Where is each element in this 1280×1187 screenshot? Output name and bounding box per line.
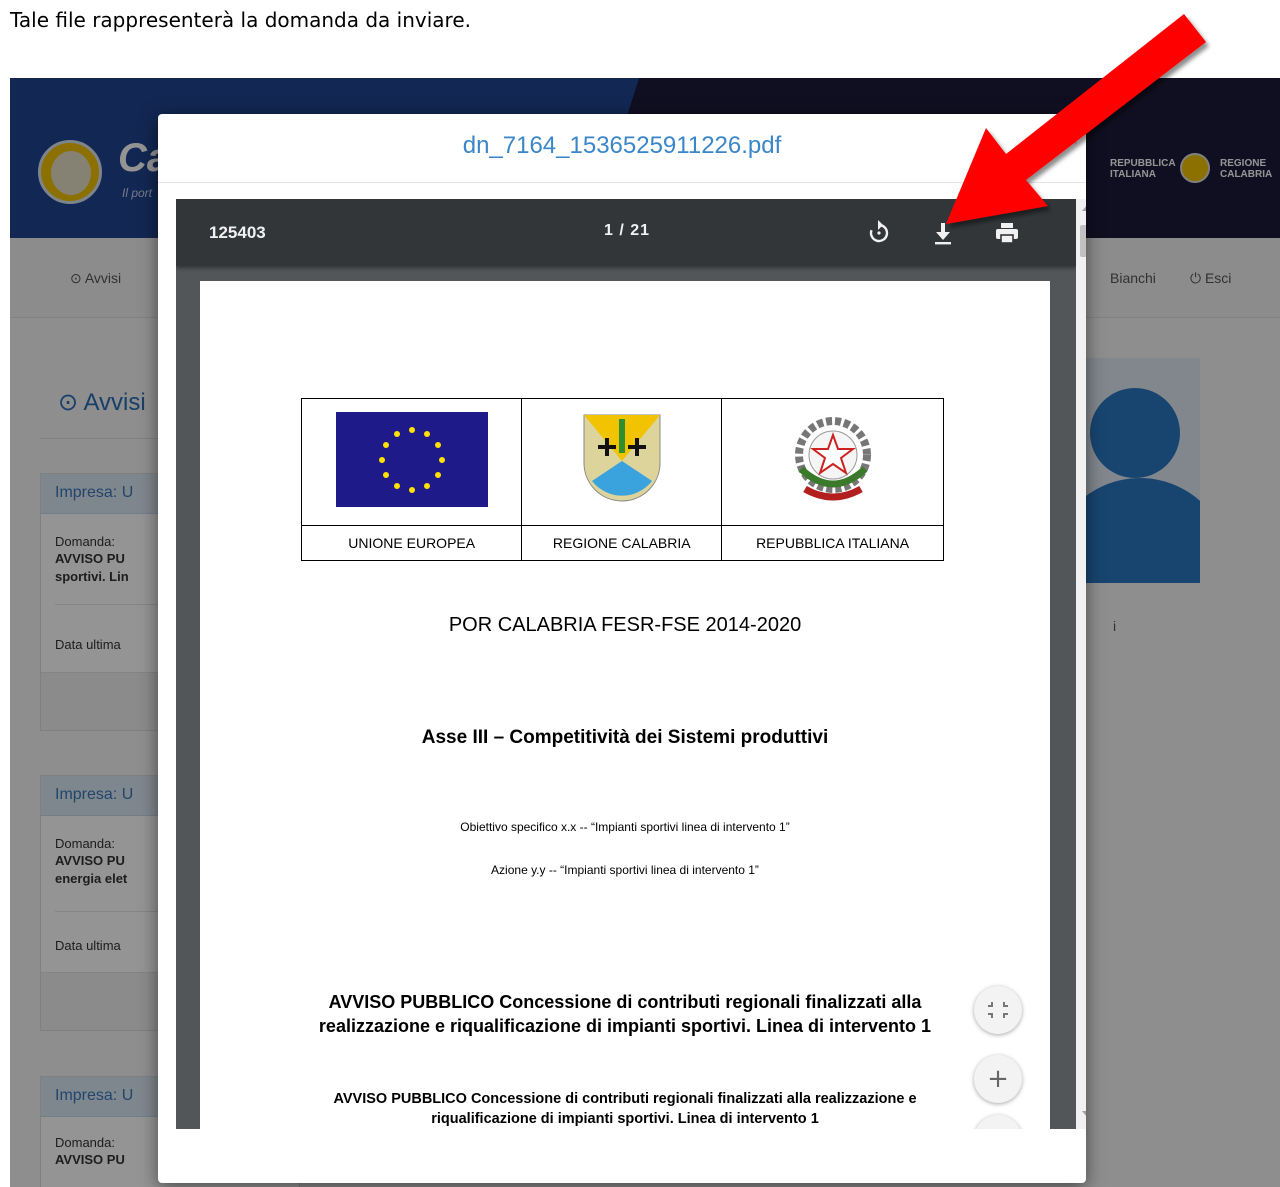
doc-action: Azione y.y -- “Impianti sportivi linea d… bbox=[491, 863, 759, 877]
pdf-toolbar: 125403 1 / 21 bbox=[176, 199, 1076, 266]
pdf-viewer: 125403 1 / 21 UNIONE EUROPEA REGIONE CAL… bbox=[176, 199, 1086, 1129]
fit-page-button[interactable] bbox=[974, 986, 1022, 1034]
pdf-title: 125403 bbox=[209, 223, 266, 242]
print-icon[interactable] bbox=[991, 217, 1023, 249]
scroll-thumb[interactable] bbox=[1080, 225, 1086, 257]
logo-caption: REGIONE CALABRIA bbox=[521, 524, 723, 562]
doc-program-title: POR CALABRIA FESR-FSE 2014-2020 bbox=[448, 614, 802, 636]
doc-axis-title: Asse III – Competitività dei Sistemi pro… bbox=[421, 727, 829, 748]
page-indicator: 1 / 21 bbox=[604, 222, 651, 239]
download-icon[interactable] bbox=[927, 217, 959, 249]
logo-table: UNIONE EUROPEA REGIONE CALABRIA REPUBBLI… bbox=[300, 398, 944, 562]
logo-caption: UNIONE EUROPEA bbox=[300, 524, 523, 562]
close-icon[interactable]: × bbox=[1067, 130, 1078, 151]
scroll-up-icon[interactable] bbox=[1082, 205, 1086, 211]
rotate-icon[interactable] bbox=[863, 217, 895, 249]
zoom-in-button[interactable]: + bbox=[974, 1055, 1022, 1103]
zoom-out-button[interactable]: − bbox=[974, 1115, 1022, 1129]
logo-caption: REPUBBLICA ITALIANA bbox=[721, 524, 944, 562]
modal-title: dn_7164_1536525911226.pdf bbox=[462, 132, 782, 159]
italian-emblem-icon bbox=[783, 409, 883, 514]
scroll-down-icon[interactable] bbox=[1082, 1111, 1086, 1117]
fit-page-icon bbox=[974, 986, 1022, 1050]
eu-flag-icon bbox=[335, 411, 488, 507]
pdf-scrollbar[interactable] bbox=[1076, 199, 1086, 1129]
doc-notice-subtitle: AVVISO PUBBLICO Concessione di contribut… bbox=[333, 1091, 917, 1127]
zoom-out-icon: − bbox=[974, 1115, 1022, 1129]
pdf-modal: dn_7164_1536525911226.pdf × 125403 1 / 2… bbox=[158, 114, 1086, 1183]
doc-notice-title: AVVISO PUBBLICO Concessione di contribut… bbox=[318, 992, 932, 1036]
calabria-coat-icon bbox=[580, 411, 664, 512]
doc-objective: Obiettivo specifico x.x -- “Impianti spo… bbox=[460, 820, 790, 834]
caption-text: Tale file rappresenterà la domanda da in… bbox=[10, 8, 471, 32]
pdf-page: UNIONE EUROPEA REGIONE CALABRIA REPUBBLI… bbox=[200, 281, 1050, 1129]
zoom-in-icon: + bbox=[987, 1064, 1009, 1094]
